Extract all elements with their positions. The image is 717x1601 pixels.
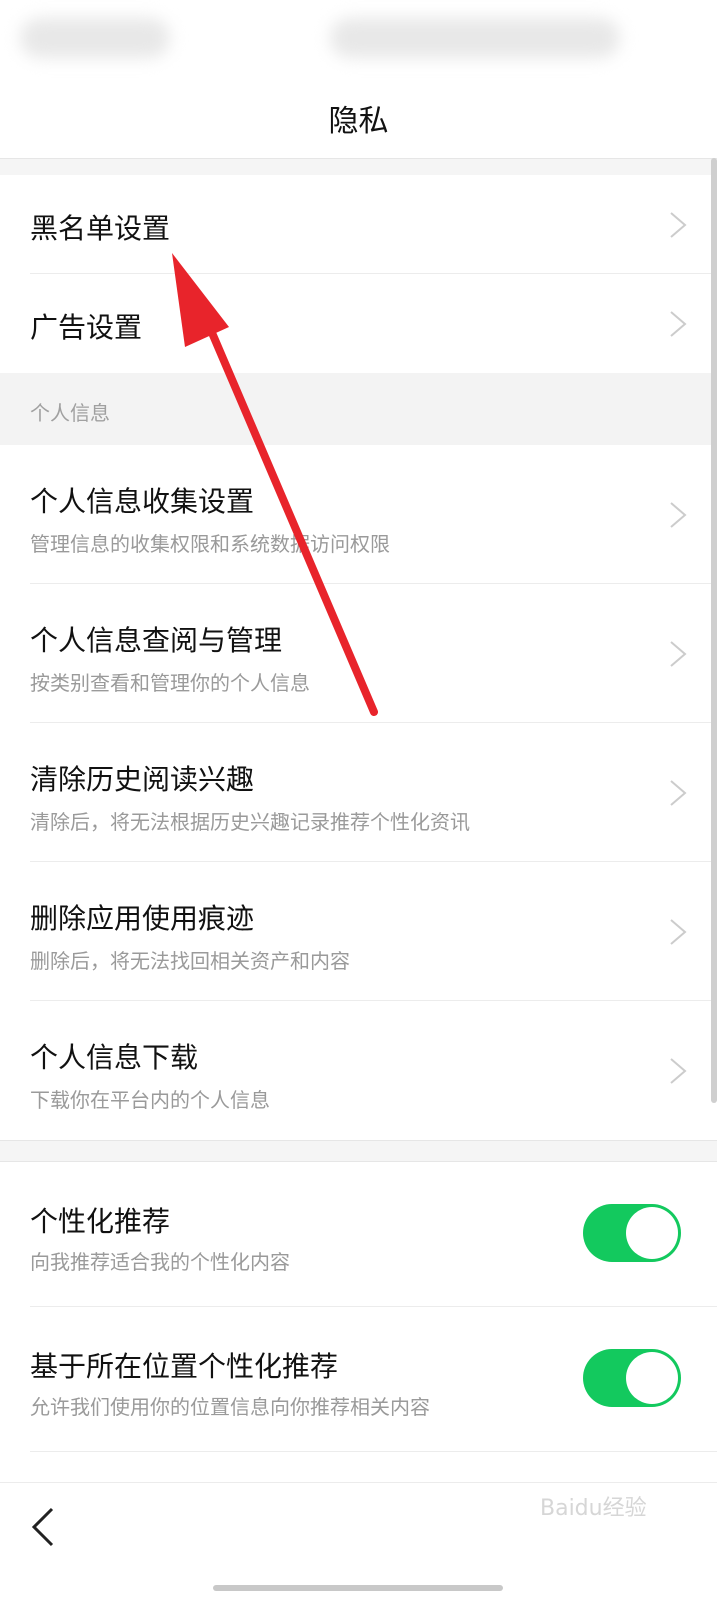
chevron-right-icon — [670, 1058, 687, 1084]
settings-item-label: 个人信息查阅与管理 — [30, 624, 283, 657]
settings-item-info-collection[interactable]: 个人信息收集设置 管理信息的收集权限和系统数据访问权限 — [0, 445, 717, 584]
settings-item-label: 清除历史阅读兴趣 — [30, 763, 255, 796]
back-arrow-icon[interactable] — [28, 1505, 58, 1549]
settings-item-description: 按类别查看和管理你的个人信息 — [30, 671, 310, 695]
chevron-right-icon — [670, 502, 687, 528]
chevron-right-icon — [670, 212, 687, 238]
toggle-knob — [626, 1352, 678, 1404]
settings-item-ads[interactable]: 广告设置 — [0, 274, 717, 373]
chevron-right-icon — [670, 780, 687, 806]
toggle-item-description: 向我推荐适合我的个性化内容 — [30, 1250, 290, 1274]
settings-item-info-review[interactable]: 个人信息查阅与管理 按类别查看和管理你的个人信息 — [0, 584, 717, 723]
location-recommend-toggle[interactable] — [583, 1349, 681, 1407]
settings-item-label: 个人信息下载 — [30, 1041, 199, 1074]
status-bar-blur-right — [330, 18, 620, 58]
page-title: 隐私 — [328, 104, 389, 139]
baidu-watermark: Baidu经验 — [540, 1496, 647, 1521]
chevron-right-icon — [670, 311, 687, 337]
section-header-personal-info: 个人信息 — [0, 373, 717, 445]
toggle-item-location: 基于所在位置个性化推荐 允许我们使用你的位置信息向你推荐相关内容 — [0, 1307, 717, 1452]
toggle-item-label: 基于所在位置个性化推荐 — [30, 1350, 339, 1383]
settings-item-description: 下载你在平台内的个人信息 — [30, 1088, 270, 1112]
toggle-item-description: 允许我们使用你的位置信息向你推荐相关内容 — [30, 1395, 430, 1419]
personalized-recommend-toggle[interactable] — [583, 1204, 681, 1262]
toggle-item-personalized: 个性化推荐 向我推荐适合我的个性化内容 — [0, 1162, 717, 1307]
toggle-item-label: 个性化推荐 — [30, 1205, 171, 1238]
settings-item-clear-interests[interactable]: 清除历史阅读兴趣 清除后，将无法根据历史兴趣记录推荐个性化资讯 — [0, 723, 717, 862]
settings-item-description: 删除后，将无法找回相关资产和内容 — [30, 949, 350, 973]
toggle-knob — [626, 1207, 678, 1259]
section-gap — [0, 1140, 717, 1162]
section-gap — [0, 159, 717, 175]
chevron-right-icon — [670, 641, 687, 667]
settings-item-info-download[interactable]: 个人信息下载 下载你在平台内的个人信息 — [0, 1001, 717, 1140]
divider — [30, 1451, 717, 1452]
settings-item-label: 广告设置 — [30, 311, 143, 344]
chevron-right-icon — [670, 919, 687, 945]
home-indicator[interactable] — [213, 1585, 503, 1591]
status-bar-blur-left — [20, 18, 170, 58]
settings-item-description: 管理信息的收集权限和系统数据访问权限 — [30, 532, 390, 556]
status-bar — [0, 0, 717, 78]
settings-item-delete-traces[interactable]: 删除应用使用痕迹 删除后，将无法找回相关资产和内容 — [0, 862, 717, 1001]
settings-item-description: 清除后，将无法根据历史兴趣记录推荐个性化资讯 — [30, 810, 470, 834]
section-header-label: 个人信息 — [30, 401, 110, 425]
settings-item-label: 黑名单设置 — [30, 212, 171, 245]
title-bar: 隐私 — [0, 78, 717, 159]
settings-item-label: 个人信息收集设置 — [30, 485, 255, 518]
settings-item-label: 删除应用使用痕迹 — [30, 902, 255, 935]
settings-item-blacklist[interactable]: 黑名单设置 — [0, 175, 717, 274]
scrollbar[interactable] — [711, 158, 717, 1103]
